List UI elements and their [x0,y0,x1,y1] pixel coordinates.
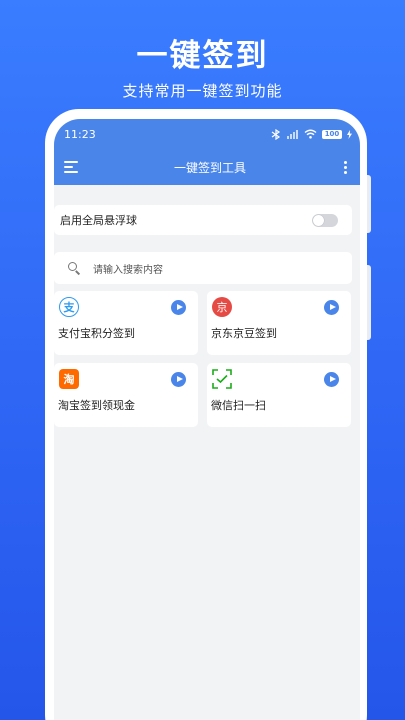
search-bar[interactable]: 请输入搜索内容 [54,252,352,284]
phone-frame: 11:23 100 一键签到工具 启用全局悬浮球 请输入搜索内容 支 支付宝积分… [45,109,367,720]
battery-indicator: 100 [322,129,342,139]
tile-label: 支付宝积分签到 [58,327,135,340]
taobao-icon: 淘 [59,369,79,389]
app-toolbar: 一键签到工具 [54,149,360,185]
float-ball-setting[interactable]: 启用全局悬浮球 [54,205,352,235]
promo-title: 一键签到 [136,38,269,74]
play-icon[interactable] [324,300,339,315]
status-time: 11:23 [64,127,96,141]
tile-alipay[interactable]: 支 支付宝积分签到 [54,291,198,355]
scan-icon [212,369,232,389]
tile-label: 淘宝签到领现金 [58,399,135,412]
tile-label: 微信扫一扫 [211,399,266,412]
search-input[interactable]: 请输入搜索内容 [93,261,163,276]
search-icon [68,262,81,275]
status-bar: 11:23 100 [54,119,360,149]
bluetooth-icon [271,128,281,140]
signal-icon [287,130,298,139]
float-ball-label: 启用全局悬浮球 [60,214,137,227]
tile-taobao[interactable]: 淘 淘宝签到领现金 [54,363,198,427]
jd-icon: 京 [212,297,232,317]
charging-icon [347,129,352,139]
wifi-icon [304,129,317,139]
toolbar-title: 一键签到工具 [173,160,246,175]
promo-subtitle: 支持常用一键签到功能 [122,82,283,100]
tile-jd[interactable]: 京 京东京豆签到 [207,291,351,355]
more-options-icon[interactable] [342,160,350,174]
play-icon[interactable] [171,372,186,387]
toggle-knob [313,214,324,226]
tile-label: 京东京豆签到 [211,327,277,340]
status-icons: 100 [270,128,352,140]
tile-wechat-scan[interactable]: 微信扫一扫 [207,363,351,427]
float-ball-toggle[interactable] [312,213,338,227]
menu-icon[interactable] [64,161,78,173]
play-icon[interactable] [324,372,339,387]
play-icon[interactable] [171,300,186,315]
app-screen: 11:23 100 一键签到工具 启用全局悬浮球 请输入搜索内容 支 支付宝积分… [54,119,360,720]
alipay-icon: 支 [59,297,79,317]
